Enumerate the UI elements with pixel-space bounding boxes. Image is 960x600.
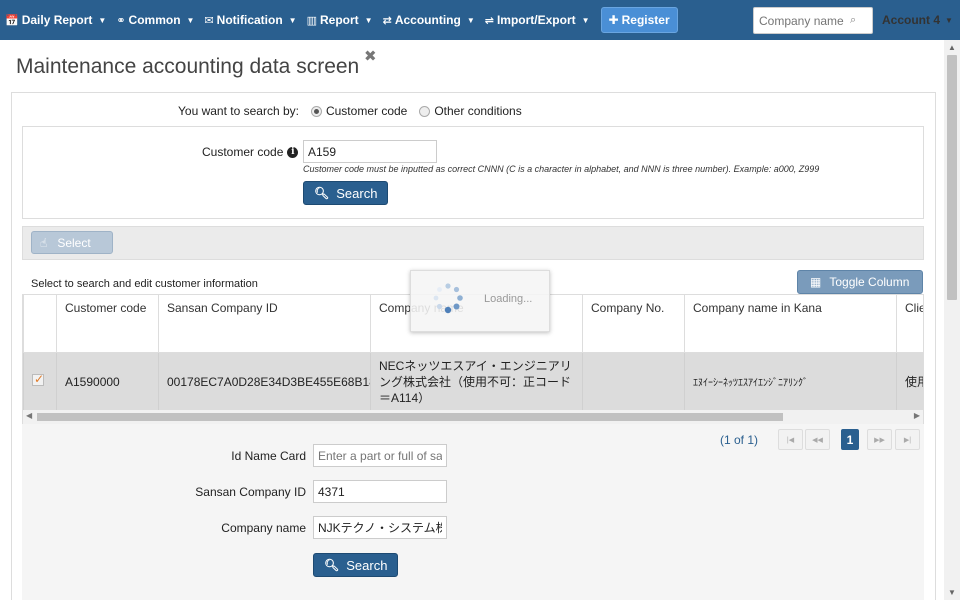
caret-down-icon: ▼ <box>364 15 373 25</box>
company-name-input[interactable] <box>313 516 447 539</box>
radio-customer-code-label[interactable]: Customer code <box>326 104 407 118</box>
pager-info: (1 of 1) <box>720 433 759 447</box>
id-name-card-label: Id Name Card <box>231 449 306 463</box>
prev-page-button[interactable]: ◀◀ <box>805 429 830 450</box>
bar-chart-icon: ▥ <box>306 14 317 27</box>
caret-down-icon: ▼ <box>98 15 107 25</box>
nav-daily-report[interactable]: 📅 Daily Report ▼ <box>0 0 111 40</box>
column-header-sansan-company-id[interactable]: Sansan Company ID <box>158 294 371 353</box>
nav-daily-report-label: Daily Report <box>21 13 93 27</box>
nav-import-export[interactable]: ⇌ Import/Export ▼ <box>480 0 595 40</box>
scroll-left-icon[interactable]: ◀ <box>26 411 32 420</box>
nav-common[interactable]: ⚭ Common ▼ <box>111 0 199 40</box>
select-button-label: Select <box>57 235 91 250</box>
column-header-company-no[interactable]: Company No. <box>582 294 685 353</box>
first-page-button[interactable]: |◀ <box>778 429 803 450</box>
grid-horizontal-scrollbar[interactable]: ◀ ▶ <box>22 410 924 424</box>
search-icon: 🔍︎ <box>324 558 340 572</box>
detail-search-button[interactable]: 🔍︎ Search <box>313 553 399 577</box>
column-header-company-name-kana[interactable]: Company name in Kana <box>684 294 897 353</box>
nav-accounting-label: Accounting <box>394 13 461 27</box>
cell-sansan-company-id: 00178EC7A0D28E34D3BE455E68B18 <box>158 352 371 410</box>
nav-notification[interactable]: ✉ Notification ▼ <box>199 0 301 40</box>
scroll-up-icon[interactable]: ▲ <box>948 43 956 52</box>
nav-accounting[interactable]: ⇄ Accounting ▼ <box>378 0 480 40</box>
transfer-icon: ⇌ <box>484 14 494 27</box>
users-icon: ⚭ <box>116 14 126 27</box>
calendar-icon: 📅 <box>5 14 19 27</box>
customer-code-hint: Customer code must be inputted as correc… <box>303 164 820 174</box>
caret-down-icon: ▼ <box>186 15 195 25</box>
nav-import-export-label: Import/Export <box>496 13 576 27</box>
loading-text: Loading... <box>484 293 533 305</box>
exchange-icon: ⇄ <box>382 14 392 27</box>
loading-spinner-icon <box>433 283 463 314</box>
cell-company-name-kana: ｴﾇｲｰｼｰﾈｯﾂｴｽｱｲｴﾝｼﾞﾆｱﾘﾝｸﾞ <box>684 352 897 410</box>
search-by-group: You want to search by: Customer code Oth… <box>178 104 522 118</box>
search-icon: 🔍︎ <box>314 186 330 200</box>
column-header-customer-code[interactable]: Customer code <box>56 294 159 353</box>
caret-down-icon: ▼ <box>466 15 475 25</box>
scroll-right-icon[interactable]: ▶ <box>914 411 920 420</box>
toggle-column-label: Toggle Column <box>829 275 910 289</box>
columns-icon: ▦ <box>810 275 822 289</box>
register-button[interactable]: ✚ Register <box>600 7 678 33</box>
hand-pointer-icon: ☝ <box>40 235 48 250</box>
sansan-company-id-label: Sansan Company ID <box>195 485 306 499</box>
account-label: Account 4 <box>882 13 941 27</box>
next-page-button[interactable]: ▶▶ <box>867 429 892 450</box>
page-number-button[interactable]: 1 <box>841 429 859 450</box>
grid-caption: Select to search and edit customer infor… <box>31 278 258 290</box>
grid-toolbar <box>22 226 924 260</box>
company-search-box: ⌕ <box>753 7 873 34</box>
grid-scroll-thumb[interactable] <box>37 413 783 421</box>
cell-client: 使用 <box>896 352 923 410</box>
row-checkbox[interactable] <box>32 372 44 386</box>
company-search-input[interactable] <box>754 9 850 32</box>
company-name-label: Company name <box>221 521 306 535</box>
customer-code-input[interactable] <box>303 140 437 163</box>
customer-code-label: Customer code <box>202 145 284 159</box>
cell-company-name: NECネッツエスアイ・エンジニアリング株式会社（使用不可：正コード＝A114） <box>370 352 583 410</box>
caret-down-icon: ▼ <box>945 15 953 25</box>
nav-report-label: Report <box>320 13 359 27</box>
info-icon[interactable]: i <box>287 146 299 158</box>
radio-other-conditions[interactable] <box>419 105 431 117</box>
column-header-select <box>23 294 57 353</box>
last-page-button[interactable]: ▶| <box>895 429 920 450</box>
row-checkbox-cell <box>23 352 57 410</box>
envelope-icon: ✉ <box>204 14 214 27</box>
account-menu[interactable]: Account 4 ▼ <box>882 0 953 40</box>
page-vertical-scrollbar[interactable]: ▲ ▼ <box>944 40 960 600</box>
page-title: Maintenance accounting data screen <box>16 55 360 78</box>
column-header-client[interactable]: Clie <box>896 294 923 353</box>
nav-notification-label: Notification <box>216 13 283 27</box>
radio-other-conditions-label[interactable]: Other conditions <box>434 104 521 118</box>
detail-search-label: Search <box>346 557 388 573</box>
cell-company-no <box>582 352 685 410</box>
plus-icon: ✚ <box>608 13 619 27</box>
sansan-company-id-input[interactable] <box>313 480 447 503</box>
scroll-down-icon[interactable]: ▼ <box>948 588 956 597</box>
register-label: Register <box>621 13 670 27</box>
customer-code-label-group: Customer code i <box>202 145 299 159</box>
id-name-card-input[interactable] <box>313 444 447 467</box>
search-by-label: You want to search by: <box>178 104 299 118</box>
search-icon[interactable]: ⌕ <box>850 14 856 27</box>
search-button-label: Search <box>336 185 378 201</box>
caret-down-icon: ▼ <box>581 15 590 25</box>
toggle-column-button[interactable]: ▦ Toggle Column <box>797 270 923 294</box>
nav-common-label: Common <box>128 13 181 27</box>
table-row[interactable]: A1590000 00178EC7A0D28E34D3BE455E68B18 N… <box>23 352 923 410</box>
caret-down-icon: ▼ <box>288 15 297 25</box>
nav-report[interactable]: ▥ Report ▼ <box>302 0 378 40</box>
customer-code-search-button[interactable]: 🔍︎ Search <box>303 181 389 205</box>
page-scroll-thumb[interactable] <box>947 55 957 300</box>
select-button[interactable]: ☝ Select <box>31 231 113 254</box>
radio-customer-code[interactable] <box>310 105 322 117</box>
close-icon[interactable]: ✖ <box>364 47 377 65</box>
cell-customer-code: A1590000 <box>56 352 159 410</box>
